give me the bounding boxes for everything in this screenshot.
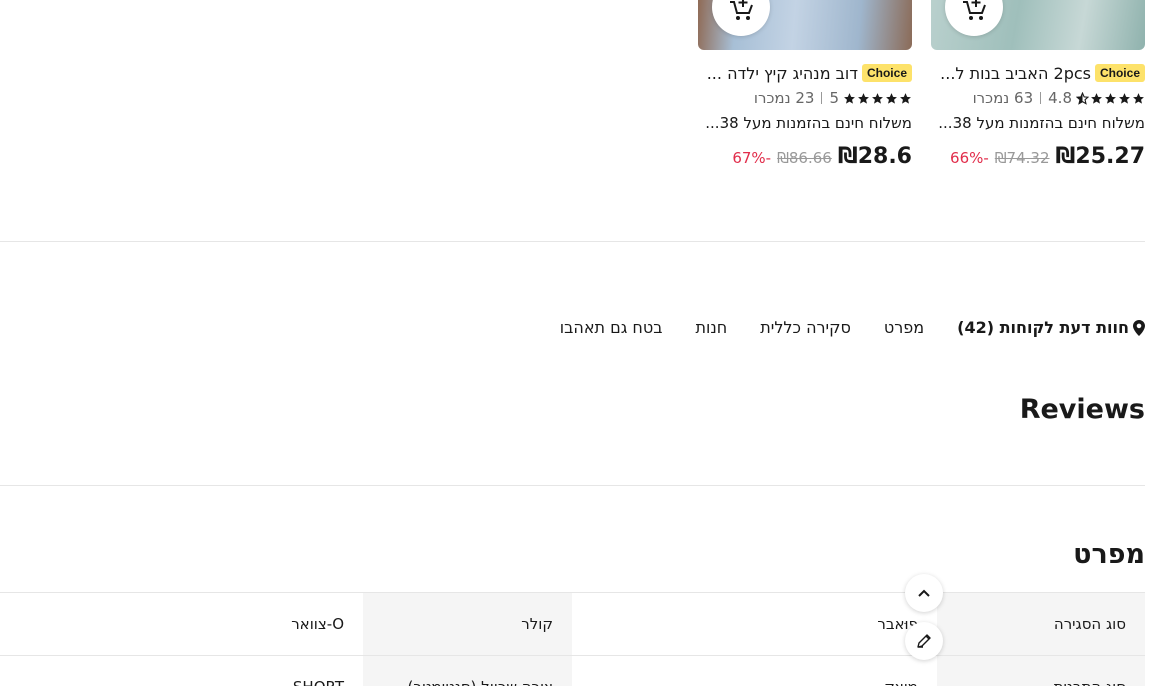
star-icon: [1105, 92, 1116, 104]
product-image[interactable]: [931, 0, 1145, 50]
cart-plus-icon: [730, 0, 753, 20]
tab-overview[interactable]: סקירה כללית: [760, 318, 851, 337]
price: ₪28.6: [837, 144, 912, 169]
discount-label: -66%: [950, 149, 989, 167]
section-divider: [0, 485, 1145, 486]
product-title[interactable]: דוב מנהיג קיץ ילדה ...: [698, 64, 858, 83]
original-price: ₪74.32: [994, 149, 1050, 167]
table-row: סוג הסגירה פוּאבר קולר O-צוואר: [0, 593, 1145, 656]
tab-label: חנות: [695, 318, 728, 337]
spec-value: פוּאבר: [877, 615, 918, 633]
spec-key: סוג הסגירה: [937, 593, 1145, 655]
star-icon: [844, 92, 855, 104]
tab-specifications[interactable]: מפרט: [884, 318, 924, 337]
tab-label: מפרט: [883, 318, 925, 337]
divider: [821, 92, 823, 104]
scroll-to-top-button[interactable]: [905, 574, 943, 612]
specifications-heading: מפרט: [1073, 539, 1145, 570]
choice-badge: Choice: [1094, 64, 1145, 82]
price: ₪25.27: [1055, 144, 1145, 169]
rating-value: 5: [829, 89, 839, 107]
tab-reviews[interactable]: חוות דעת לקוחות (42): [957, 318, 1145, 337]
star-icon: [1091, 92, 1102, 104]
original-price: ₪86.66: [777, 149, 832, 167]
tab-label: סקירה כללית: [760, 318, 851, 337]
spec-key: צורה שרוול (סנטימטר): [363, 656, 572, 686]
location-pin-icon: [1133, 319, 1145, 336]
star-icon: [886, 92, 897, 104]
sold-count: 63 נמכרו: [972, 89, 1034, 107]
star-icon: [1119, 92, 1130, 104]
tab-label: בטח גם תאהבו: [559, 318, 663, 337]
specifications-table: סוג הסגירה פוּאבר קולר O-צוואר סוג התבני…: [0, 592, 1145, 686]
discount-label: -67%: [732, 149, 772, 167]
spec-key: סוג התבנית: [937, 656, 1145, 686]
star-icon: [872, 92, 883, 104]
rating-value: 4.8: [1048, 89, 1072, 107]
choice-badge: Choice: [861, 64, 912, 82]
product-card[interactable]: Choice 2pcs האביב בנות ל... 4.8 63 נמכרו…: [931, 0, 1145, 169]
star-half-icon: [1076, 91, 1089, 105]
divider: [1040, 92, 1042, 104]
spec-key: קולר: [363, 593, 572, 655]
product-title[interactable]: 2pcs האביב בנות ל...: [931, 64, 1091, 83]
product-detail-tabs: חוות דעת לקוחות (42) מפרט סקירה כללית חנ…: [560, 318, 1145, 337]
spec-value: O-צוואר: [291, 615, 344, 633]
star-rating: [1076, 91, 1145, 105]
edit-pencil-icon: [917, 634, 931, 648]
spec-value: מוצק: [572, 656, 937, 686]
sold-count: 23 נמכרו: [753, 89, 815, 107]
feedback-button[interactable]: [905, 622, 943, 660]
star-icon: [1133, 92, 1144, 104]
product-image[interactable]: [698, 0, 912, 50]
shipping-info: משלוח חינם בהזמנות מעל 38...: [938, 114, 1145, 132]
shipping-info: משלוח חינם בהזמנות מעל 38...: [705, 114, 912, 132]
tab-recommendations[interactable]: בטח גם תאהבו: [560, 318, 663, 337]
section-divider: [0, 241, 1145, 242]
tab-label: חוות דעת לקוחות (42): [957, 318, 1129, 337]
chevron-up-icon: [918, 589, 930, 597]
tab-store[interactable]: חנות: [696, 318, 728, 337]
cart-plus-icon: [963, 0, 986, 20]
star-rating: [843, 92, 912, 105]
spec-value: SHORT: [0, 656, 363, 686]
table-row: סוג התבנית מוצק צורה שרוול (סנטימטר) SHO…: [0, 656, 1145, 686]
star-icon: [900, 92, 911, 104]
reviews-heading: Reviews: [1019, 394, 1145, 425]
star-icon: [858, 92, 869, 104]
product-card[interactable]: Choice דוב מנהיג קיץ ילדה ... 5 23 נמכרו…: [698, 0, 912, 169]
